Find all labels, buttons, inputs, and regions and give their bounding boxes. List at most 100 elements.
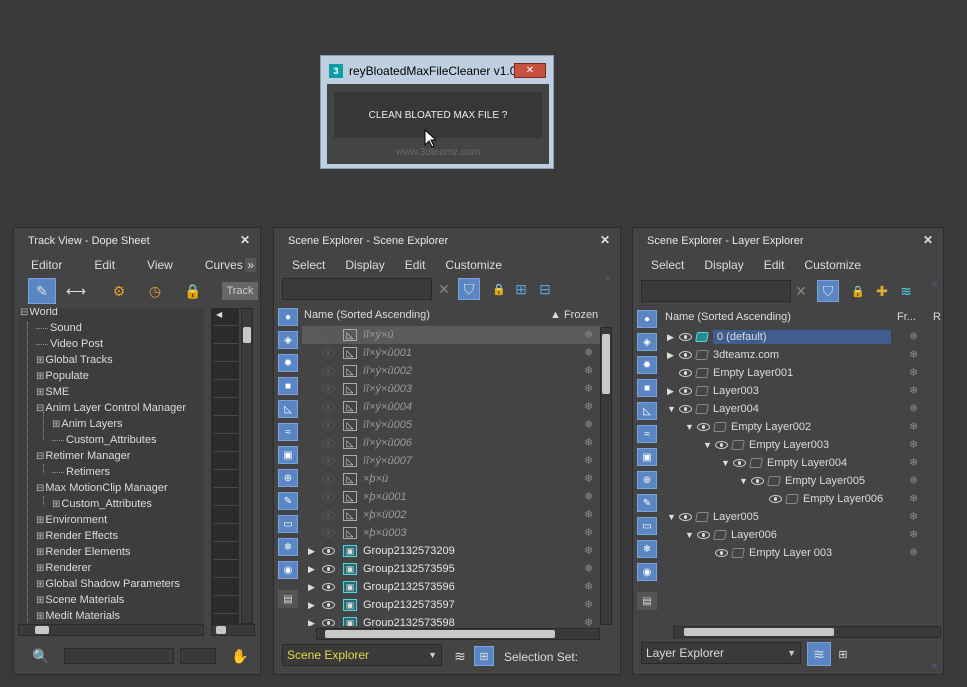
tree-item[interactable]: ⊟ Anim Layer Control Manager: [36, 400, 186, 416]
expand-toggle-icon[interactable]: ⊞: [36, 355, 44, 366]
dopesheet-area[interactable]: ◀: [211, 308, 239, 624]
filter-sphere-icon[interactable]: ●: [278, 308, 298, 326]
expand-toggle-icon[interactable]: ⊟: [36, 483, 44, 494]
layers-toggle-icon[interactable]: ≋: [450, 646, 470, 666]
expand-arrow-icon[interactable]: ▼: [667, 512, 677, 522]
frozen-snowflake-icon[interactable]: ❄: [584, 328, 593, 341]
menu-select[interactable]: Select: [282, 258, 335, 272]
scene-row[interactable]: ▶ ▣ Group2132573209 ❄: [302, 542, 602, 560]
filter-key-icon[interactable]: ✎: [28, 278, 56, 304]
expand-arrow-icon[interactable]: ▶: [308, 582, 318, 593]
search-clear-button[interactable]: ✕: [436, 280, 452, 298]
visibility-eye-icon[interactable]: [322, 565, 335, 573]
tree-item[interactable]: Video Post: [36, 336, 103, 352]
tree-item[interactable]: ⊞ Populate: [36, 368, 89, 384]
trackview-titlebar[interactable]: Track View - Dope Sheet ✕: [14, 228, 260, 254]
filter-icon[interactable]: ⛉: [817, 280, 839, 302]
filter-group-icon[interactable]: ▣: [278, 446, 298, 464]
layer-row[interactable]: ▼ Empty Layer005 ❄: [661, 472, 941, 490]
expand-toggle-icon[interactable]: ⊞: [36, 371, 44, 382]
expand-toggle-icon[interactable]: ⊞: [36, 563, 44, 574]
visibility-eye-icon[interactable]: [322, 475, 335, 483]
key-time-field[interactable]: [64, 648, 174, 664]
menu-customize[interactable]: Customize: [435, 258, 512, 272]
filter-group-icon[interactable]: ▣: [637, 448, 657, 466]
filter-container-icon[interactable]: ▭: [278, 515, 298, 533]
scene-row[interactable]: ◺ ×þ×ü003 ❄: [302, 524, 602, 542]
visibility-eye-icon[interactable]: [322, 367, 335, 375]
layer-search-input[interactable]: [641, 280, 791, 302]
tree-item[interactable]: Custom_Attributes: [52, 432, 156, 448]
expand-arrow-icon[interactable]: ▼: [667, 404, 677, 414]
frozen-snowflake-icon[interactable]: ❄: [584, 598, 593, 611]
expand-arrow-icon[interactable]: ▶: [667, 332, 677, 343]
expand-toggle-icon[interactable]: ⊞: [52, 419, 60, 430]
scene-row[interactable]: ◺ ïî×ý×û004 ❄: [302, 398, 602, 416]
col-frozen-header[interactable]: ▲ Frozen: [550, 309, 598, 321]
visibility-eye-icon[interactable]: [322, 583, 335, 591]
scene-row[interactable]: ◺ ïî×ý×û005 ❄: [302, 416, 602, 434]
menu-select[interactable]: Select: [641, 258, 694, 272]
tree-item[interactable]: ⊟ Retimer Manager: [36, 448, 130, 464]
visibility-eye-icon[interactable]: [322, 349, 335, 357]
filter-shapes-icon[interactable]: ◈: [637, 333, 657, 351]
visibility-eye-icon[interactable]: [322, 385, 335, 393]
lock-icon[interactable]: 🔒: [490, 280, 508, 298]
col-name-header[interactable]: Name (Sorted Ascending): [304, 309, 430, 321]
frozen-snowflake-icon[interactable]: ❄: [584, 562, 593, 575]
visibility-eye-icon[interactable]: [733, 459, 746, 467]
visibility-eye-icon[interactable]: [322, 331, 335, 339]
col-render-header[interactable]: R: [933, 311, 941, 323]
expand-toggle-icon[interactable]: ⊞: [36, 531, 44, 542]
layer-row[interactable]: ▼ Layer006 ❄: [661, 526, 941, 544]
expand-arrow-icon[interactable]: ▶: [308, 600, 318, 611]
scene-explorer-titlebar[interactable]: Scene Explorer - Scene Explorer ✕: [274, 228, 620, 254]
lock-selection-icon[interactable]: 🔒: [180, 278, 206, 304]
visibility-eye-icon[interactable]: [322, 457, 335, 465]
frozen-snowflake-icon[interactable]: ❄: [584, 454, 593, 467]
expand-arrow-icon[interactable]: ▼: [703, 440, 713, 450]
frozen-snowflake-icon[interactable]: ❄: [584, 382, 593, 395]
layer-row[interactable]: ▼ Empty Layer004 ❄: [661, 454, 941, 472]
filter-spacewarp-icon[interactable]: ≈: [637, 425, 657, 443]
visibility-eye-icon[interactable]: [322, 619, 335, 626]
tree-item[interactable]: ⊞ Render Elements: [36, 544, 130, 560]
layer-row[interactable]: ▼ Empty Layer002 ❄: [661, 418, 941, 436]
filter-bone-icon[interactable]: ✎: [637, 494, 657, 512]
expand-arrow-icon[interactable]: ▶: [667, 350, 677, 361]
menu-edit[interactable]: Edit: [395, 258, 436, 272]
expand-toggle-icon[interactable]: ⊞: [36, 515, 44, 526]
visibility-eye-icon[interactable]: [679, 513, 692, 521]
expand-toggle-icon[interactable]: ⊟: [36, 451, 44, 462]
visibility-eye-icon[interactable]: [697, 531, 710, 539]
visibility-eye-icon[interactable]: [697, 423, 710, 431]
layer-row[interactable]: ▼ Empty Layer003 ❄: [661, 436, 941, 454]
tree-item[interactable]: ⊞ Render Effects: [36, 528, 118, 544]
scene-row[interactable]: ▶ ▣ Group2132573597 ❄: [302, 596, 602, 614]
expand-arrow-icon[interactable]: ▼: [721, 458, 731, 468]
menu-curves[interactable]: Curves: [195, 258, 253, 272]
visibility-eye-icon[interactable]: [715, 441, 728, 449]
hierarchy-toggle-icon[interactable]: ⊞: [474, 646, 494, 666]
scene-row[interactable]: ▶ ▣ Group2132573598 ❄: [302, 614, 602, 626]
scene-explorer-close-button[interactable]: ✕: [600, 233, 610, 247]
layer-explorer-close-button[interactable]: ✕: [923, 233, 933, 247]
layer-row[interactable]: ▶ Layer003 ❄: [661, 382, 941, 400]
menu-display[interactable]: Display: [335, 258, 394, 272]
menu-editor[interactable]: Editor: [21, 258, 72, 272]
layer-row[interactable]: Empty Layer 003 ❄: [661, 544, 941, 562]
visibility-eye-icon[interactable]: [322, 439, 335, 447]
frozen-snowflake-icon[interactable]: ❄: [909, 438, 918, 451]
expand-arrow-icon[interactable]: ▶: [308, 618, 318, 627]
tree-item[interactable]: ⊞ Renderer: [36, 560, 91, 576]
frozen-snowflake-icon[interactable]: ❄: [584, 472, 593, 485]
frozen-snowflake-icon[interactable]: ❄: [909, 492, 918, 505]
frozen-snowflake-icon[interactable]: ❄: [584, 418, 593, 431]
frozen-snowflake-icon[interactable]: ❄: [909, 384, 918, 397]
clean-file-button[interactable]: CLEAN BLOATED MAX FILE ?: [334, 92, 542, 138]
filter-sphere-icon[interactable]: ●: [637, 310, 657, 328]
col-name-header[interactable]: Name (Sorted Ascending): [665, 311, 791, 323]
layer-row[interactable]: ▼ Layer004 ❄: [661, 400, 941, 418]
dependencies-icon[interactable]: ⊟: [536, 280, 554, 298]
tree-item[interactable]: ⊞ Environment: [36, 512, 107, 528]
